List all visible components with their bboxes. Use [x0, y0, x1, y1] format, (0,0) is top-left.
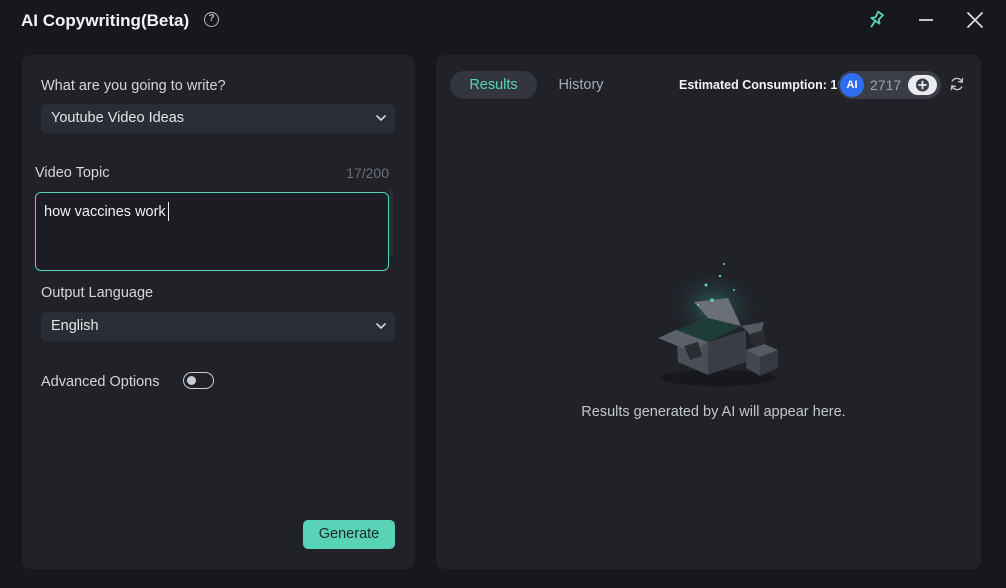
chevron-down-icon [376, 323, 386, 330]
credits-balance: AI 2717 [838, 71, 941, 99]
refresh-icon [950, 77, 964, 91]
pin-button[interactable] [864, 8, 888, 32]
add-credits-button[interactable] [908, 75, 937, 95]
output-language-value: English [51, 318, 99, 334]
empty-box-illustration [646, 260, 786, 390]
tab-results[interactable]: Results [450, 71, 537, 99]
plus-icon [916, 78, 929, 92]
pin-icon [870, 10, 884, 28]
tab-history[interactable]: History [546, 71, 616, 99]
character-counter: 17/200 [346, 165, 389, 181]
advanced-options-toggle[interactable] [183, 372, 214, 389]
empty-results-message: Results generated by AI will appear here… [581, 404, 846, 420]
advanced-options-label: Advanced Options [41, 374, 160, 390]
window-title: AI Copywriting(Beta) [21, 11, 190, 30]
close-button[interactable] [963, 8, 987, 32]
output-language-select[interactable]: English [41, 312, 395, 341]
write-type-label: What are you going to write? [41, 78, 226, 94]
ai-copywriting-window: AI Copywriting(Beta) ? What are you goin… [0, 0, 1006, 588]
ai-credits-icon: AI [840, 73, 864, 97]
video-topic-label: Video Topic [35, 165, 110, 181]
results-panel: Results History Estimated Consumption: 1… [436, 55, 981, 569]
refresh-button[interactable] [949, 76, 965, 92]
title-bar: AI Copywriting(Beta) ? [0, 0, 1006, 44]
minimize-icon [919, 19, 933, 21]
chevron-down-icon [376, 115, 386, 122]
scrollbar[interactable] [389, 190, 393, 256]
close-icon [967, 12, 983, 28]
credits-value: 2717 [870, 77, 902, 93]
toggle-knob [187, 375, 196, 385]
minimize-button[interactable] [914, 8, 938, 32]
estimated-consumption: Estimated Consumption: 10 [679, 78, 845, 92]
video-topic-input[interactable]: how vaccines work [35, 192, 389, 271]
help-icon[interactable]: ? [204, 12, 219, 27]
write-type-select[interactable]: Youtube Video Ideas [41, 104, 395, 133]
settings-panel: What are you going to write? Youtube Vid… [22, 55, 415, 569]
video-topic-value: how vaccines work [44, 204, 166, 220]
output-language-label: Output Language [41, 285, 154, 301]
write-type-value: Youtube Video Ideas [51, 110, 185, 126]
text-caret [168, 202, 169, 221]
generate-button[interactable]: Generate [303, 520, 395, 549]
